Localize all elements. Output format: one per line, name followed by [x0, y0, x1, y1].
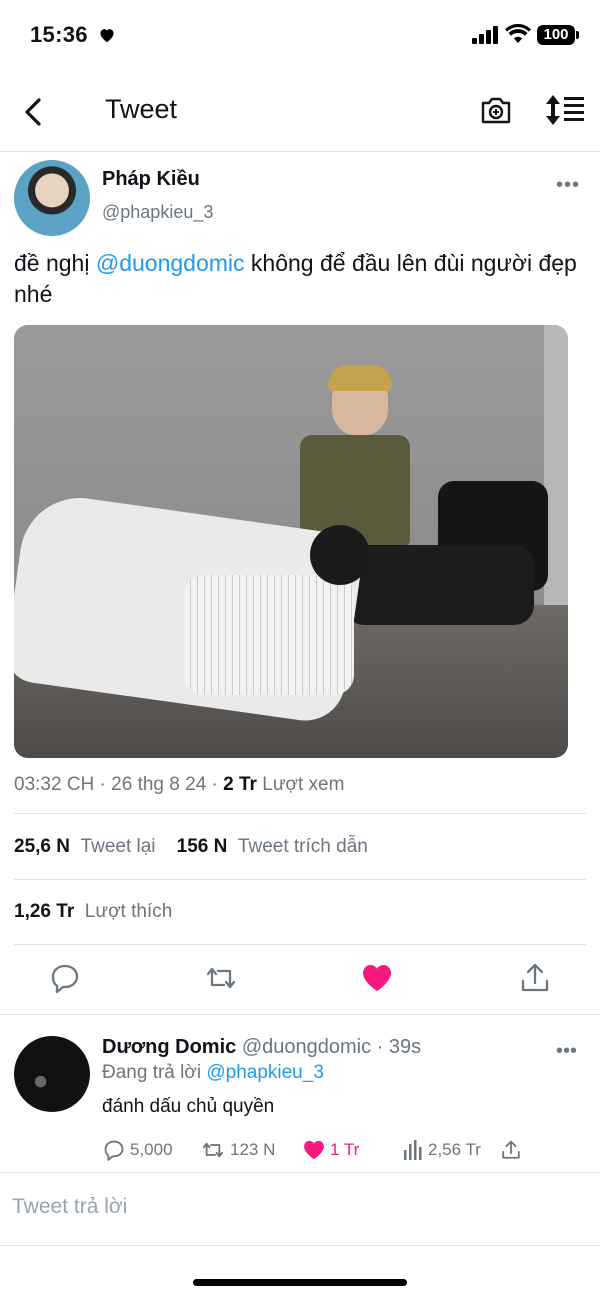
reply-replies-count: 5,000 [130, 1140, 173, 1159]
page-title: Tweet [105, 94, 178, 124]
photo-person-hair [328, 365, 392, 391]
battery-indicator: 100 [537, 25, 575, 45]
views-chart-icon [404, 1140, 422, 1160]
reply-retweet-button[interactable]: 123 N [200, 1137, 275, 1163]
reply-author-name[interactable]: Dương Domic [102, 1036, 236, 1058]
likes-label: Lượt thích [84, 901, 173, 922]
reply-header: Dương Domic @duongdomic · 39s [102, 1036, 421, 1059]
heart-status-icon [100, 29, 114, 43]
sort-icon[interactable] [544, 92, 586, 128]
reply-more-options-icon[interactable]: ••• [556, 1040, 577, 1063]
reply-reply-button[interactable]: 5,000 [102, 1137, 173, 1163]
reply-time: 39s [388, 1036, 422, 1058]
divider [14, 813, 586, 814]
tweet-date: 26 thg 8 24 [111, 774, 207, 795]
reply-composer [0, 1172, 600, 1246]
retweets-count: 25,6 N [14, 836, 70, 857]
cellular-signal-icon [472, 26, 498, 44]
top-nav-bar: Tweet [0, 72, 600, 152]
author-avatar[interactable] [14, 160, 90, 236]
reply-input[interactable] [12, 1195, 572, 1219]
share-icon [502, 1140, 520, 1159]
home-indicator[interactable] [193, 1279, 407, 1286]
retweets-label: Tweet lại [80, 836, 156, 857]
reply-share-button[interactable] [500, 1137, 522, 1163]
views-label: Lượt xem [262, 774, 345, 795]
author-name[interactable]: Pháp Kiều [102, 168, 200, 191]
reply-author-avatar[interactable] [14, 1036, 90, 1112]
quotes-label: Tweet trích dẫn [237, 836, 368, 857]
reply-separator: · [371, 1036, 389, 1058]
status-bar: 15:36 100 [0, 0, 600, 72]
views-count: 2 Tr [223, 774, 257, 795]
likes-count: 1,26 Tr [14, 901, 75, 922]
photo-person-cap [310, 525, 370, 585]
battery-nub [576, 31, 579, 39]
wifi-icon [505, 24, 531, 43]
tweet-time: 03:32 CH [14, 774, 95, 795]
reply-icon [104, 1140, 124, 1161]
divider [14, 944, 586, 945]
reply-author-handle[interactable]: @duongdomic [242, 1036, 371, 1058]
share-icon[interactable] [518, 961, 552, 995]
like-icon-liked[interactable] [360, 961, 394, 995]
quotes-count: 156 N [176, 836, 228, 857]
back-button[interactable] [14, 92, 54, 132]
photo-striped-shirt [184, 575, 354, 695]
retweet-icon[interactable] [204, 961, 238, 995]
reply-text: đánh dấu chủ quyền [102, 1096, 275, 1117]
reply-views-button[interactable]: 2,56 Tr [402, 1137, 481, 1163]
tweet-text: đề nghị @duongdomic không để đầu lên đùi… [14, 248, 584, 310]
retweet-stats[interactable]: 25,6 N Tweet lại 156 N Tweet trích dẫn [14, 836, 368, 858]
author-handle[interactable]: @phapkieu_3 [102, 202, 213, 223]
replying-to-mention[interactable]: @phapkieu_3 [206, 1062, 324, 1083]
reply-like-button[interactable]: 1 Tr [302, 1137, 359, 1163]
tweet-photo[interactable] [14, 325, 568, 758]
reply-tweet[interactable]: Dương Domic @duongdomic · 39s ••• Đang t… [0, 1018, 600, 1173]
more-options-icon[interactable]: ••• [556, 174, 580, 197]
divider [0, 1014, 600, 1015]
tweet-meta: 03:32 CH · 26 thg 8 24 · 2 Tr Lượt xem [14, 774, 345, 795]
likes-stats[interactable]: 1,26 Tr Lượt thích [14, 901, 172, 923]
retweet-icon [202, 1142, 224, 1158]
replying-label: Đang trả lời [102, 1062, 202, 1083]
reply-retweets-count: 123 N [230, 1140, 276, 1159]
photo-person-legs [344, 545, 534, 625]
divider [14, 879, 586, 880]
reply-views-count: 2,56 Tr [428, 1140, 481, 1159]
reply-likes-count: 1 Tr [330, 1140, 360, 1159]
tweet-text-part: đề nghị [14, 250, 96, 276]
like-icon-liked [304, 1140, 324, 1160]
camera-icon[interactable] [478, 92, 514, 128]
tweet-action-bar [0, 953, 600, 1003]
mention-link[interactable]: @duongdomic [96, 250, 245, 276]
status-time: 15:36 [30, 22, 88, 47]
reply-action-bar: 5,000 123 N 1 Tr 2,56 Tr [102, 1137, 582, 1163]
reply-icon[interactable] [48, 961, 82, 995]
replying-to: Đang trả lời @phapkieu_3 [102, 1062, 324, 1084]
